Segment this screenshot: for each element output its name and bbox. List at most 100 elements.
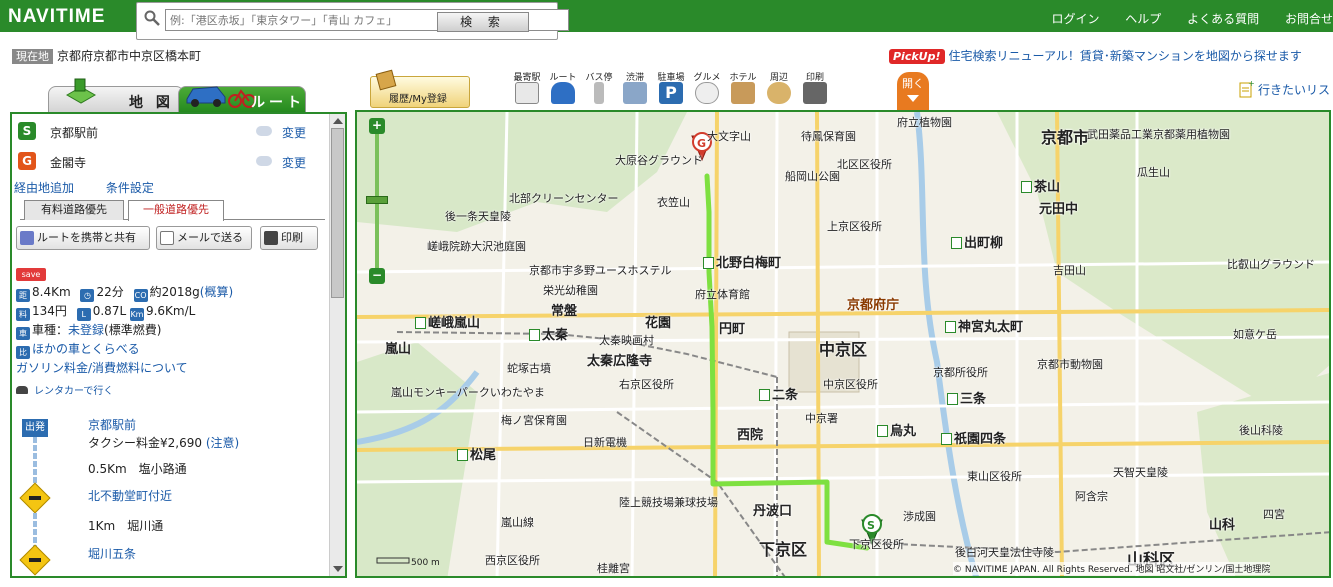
- map-label-shoseien: 渉成園: [903, 510, 936, 523]
- zoom-out-button[interactable]: −: [369, 268, 385, 284]
- login-link[interactable]: ログイン: [1051, 12, 1099, 26]
- compare-row: 比ほかの車とくらべる: [16, 340, 328, 359]
- map-label-pref-office: 京都府庁: [847, 298, 900, 313]
- map-label-north-clean-center: 北部クリーンセンター: [509, 192, 619, 205]
- tool-print[interactable]: 印刷: [800, 70, 830, 110]
- zoom-slider-knob[interactable]: [366, 196, 388, 204]
- map-label-kita-ward: 北区区役所: [837, 158, 892, 171]
- current-location-tag: 現在地: [12, 49, 53, 64]
- tool-bus-stop[interactable]: バス停: [584, 70, 614, 110]
- pickup-badge: PickUp!: [889, 49, 945, 64]
- label-text: 茶山: [1034, 180, 1061, 195]
- tool-parking[interactable]: 駐車場 P: [656, 70, 686, 110]
- station-icon: [877, 425, 888, 437]
- label-text: 北野白梅町: [716, 256, 782, 271]
- help-link[interactable]: ヘルプ: [1125, 12, 1161, 26]
- station-icon: [529, 329, 540, 341]
- tool-gourmet[interactable]: グルメ: [692, 70, 722, 110]
- search-icon: [144, 10, 160, 26]
- gasoline-info-link[interactable]: ガソリン料金/消費燃料について: [16, 361, 188, 375]
- route-options-links: 経由地追加 条件設定: [14, 179, 154, 196]
- map-label-shinomiya: 四宮: [1263, 508, 1285, 521]
- compare-cars-link[interactable]: ほかの車とくらべる: [32, 342, 140, 356]
- share-label: ルートを携帯と共有: [37, 231, 136, 244]
- map-label-nijo: 二条: [759, 384, 798, 403]
- tab-toll-priority[interactable]: 有料道路優先: [24, 200, 124, 220]
- step-start-name[interactable]: 京都駅前: [88, 416, 136, 433]
- map-label-ohara-ground: 大原谷グラウンド: [615, 154, 703, 167]
- change-goal-link[interactable]: 変更: [282, 154, 306, 171]
- tool-around[interactable]: 周辺: [764, 70, 794, 110]
- map-label-daimon-office: 京都所役所: [933, 366, 988, 379]
- svg-text:+: +: [1248, 80, 1254, 88]
- wishlist-link[interactable]: + 行きたいリスト: [1238, 79, 1333, 98]
- taxi-note-link[interactable]: (注意): [206, 436, 239, 450]
- map-label-nyoiga: 如意ケ岳: [1233, 328, 1277, 341]
- label-text: 三条: [960, 392, 987, 407]
- map-label-nishiin: 西院: [737, 428, 764, 443]
- add-via-link[interactable]: 経由地追加: [14, 181, 74, 195]
- map-label-funaoka: 船岡山公園: [785, 170, 840, 183]
- map-label-jingu: 神宮丸太町: [945, 316, 1023, 335]
- toll-icon: 料: [16, 308, 30, 321]
- conditions-link[interactable]: 条件設定: [106, 181, 154, 195]
- change-start-link[interactable]: 変更: [282, 124, 306, 141]
- map-label-hieizan: 比叡山グラウンド: [1227, 258, 1315, 271]
- vehicle-prefix: 車種：: [32, 323, 69, 337]
- tab-general-priority[interactable]: 一般道路優先: [128, 200, 224, 221]
- tab-map[interactable]: 地 図: [48, 78, 184, 112]
- tool-nearest-station[interactable]: 最寄駅: [512, 70, 542, 110]
- step-taxi-fare: タクシー料金¥2,690 (注意): [88, 434, 239, 451]
- vehicle-type-link[interactable]: 未登録: [68, 323, 104, 337]
- chevron-down-icon: [907, 95, 919, 102]
- map-view[interactable]: G S + − 京都市 中京区 下京区 山科区 京都府庁 北区区役所 上京区役所…: [355, 110, 1331, 578]
- panel-scrollbar[interactable]: [329, 114, 345, 576]
- label-text: 松尾: [470, 448, 497, 463]
- pickup-banner[interactable]: PickUp! 住宅検索リニューアル！賃貸･新築マンションを地図から探せます: [889, 47, 1302, 64]
- route-start-row: S 京都駅前 変更: [14, 118, 330, 146]
- history-button-label: 履歴/My登録: [389, 94, 447, 105]
- station-icon: [415, 317, 426, 329]
- cloud-icon: [256, 156, 272, 166]
- save-icon[interactable]: save: [16, 268, 46, 281]
- tab-route[interactable]: ルート: [178, 86, 306, 112]
- save-row: save: [16, 264, 328, 283]
- pickup-text[interactable]: 住宅検索リニューアル！賃貸･新築マンションを地図から探せます: [949, 49, 1302, 63]
- zoom-in-button[interactable]: +: [369, 118, 385, 134]
- tool-route[interactable]: ルート: [548, 70, 578, 110]
- search-button[interactable]: 検 索: [437, 12, 529, 32]
- step-turn-1[interactable]: 北不動堂町付近: [88, 487, 172, 504]
- map-label-youth-hostel: 京都市宇多野ユースホステル: [529, 264, 672, 277]
- faq-link[interactable]: よくある質問: [1187, 12, 1259, 26]
- toll-fuel-row: 料 134円 L 0.87L Km 9.6Km/L: [16, 302, 328, 321]
- map-label-jokoji: 常盤: [551, 304, 578, 319]
- contact-link[interactable]: お問合せ: [1285, 12, 1333, 26]
- station-icon: [945, 321, 956, 333]
- around-icon: [767, 82, 791, 104]
- label-text: 二条: [772, 388, 799, 403]
- history-my-register-button[interactable]: 履歴/My登録: [370, 69, 470, 108]
- map-label-kamigyo-ward: 上京区役所: [827, 220, 882, 233]
- co2-estimate-link[interactable]: (概算): [200, 285, 233, 299]
- parking-icon: P: [659, 82, 683, 104]
- vehicle-icon: 車: [16, 327, 30, 340]
- map-label-demachi: 出町柳: [951, 232, 1003, 251]
- open-panel-button[interactable]: 開く: [897, 72, 929, 110]
- share-mobile-button[interactable]: ルートを携帯と共有: [16, 226, 150, 250]
- tool-hotel[interactable]: ホテル: [728, 70, 758, 110]
- send-mail-button[interactable]: メールで送る: [156, 226, 252, 250]
- scroll-down-icon[interactable]: [333, 566, 343, 572]
- map-copyright: © NAVITIME JAPAN. All Rights Reserved. 地…: [953, 562, 1271, 575]
- tool-traffic[interactable]: 渋滞: [620, 70, 650, 110]
- navitime-logo[interactable]: NAVITIME: [8, 6, 105, 28]
- map-label-kitano: 北野白梅町: [703, 252, 781, 271]
- scroll-up-icon[interactable]: [333, 118, 343, 124]
- print-button[interactable]: 印刷: [260, 226, 318, 250]
- station-icon: [951, 237, 962, 249]
- search-box: 検 索: [136, 2, 569, 40]
- scroll-thumb[interactable]: [331, 128, 344, 298]
- label-text: 嵯峨嵐山: [428, 316, 481, 331]
- map-toolbar: 最寄駅 ルート バス停 渋滞 駐車場 P グルメ ホテル 周辺 印刷: [512, 70, 842, 110]
- step-turn-2[interactable]: 堀川五条: [88, 545, 136, 562]
- vehicle-row: 車車種：未登録(標準燃費): [16, 321, 328, 340]
